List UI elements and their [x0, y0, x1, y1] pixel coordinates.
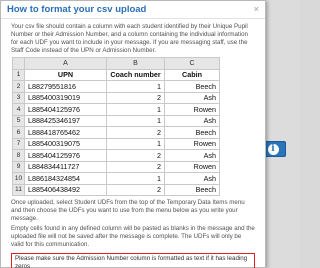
corner-cell — [12, 57, 25, 70]
column-letter-c: C — [164, 57, 220, 70]
header-upn: UPN — [24, 68, 107, 81]
upn-cell: L88279551816 — [24, 80, 107, 93]
coach-number-cell: 1 — [106, 80, 165, 93]
coach-number-cell: 2 — [106, 149, 165, 162]
csv-format-modal: How to format your csv upload × Your csv… — [0, 0, 266, 268]
coach-number-cell: 2 — [106, 160, 165, 173]
row-number: 8 — [12, 149, 25, 162]
row-number: 4 — [12, 103, 25, 116]
coach-number-cell: 1 — [106, 172, 165, 185]
example-spreadsheet: A B C 1 UPN Coach number Cabin 2 L8827955… — [12, 57, 255, 196]
cabin-cell: Beech — [164, 126, 220, 139]
upn-cell: L885406438492 — [24, 183, 107, 196]
leading-zeros-warning: Please make sure the Admission Number co… — [11, 253, 255, 268]
cabin-cell: Beech — [164, 183, 220, 196]
table-row: 6 L888418765462 2 Beech — [12, 126, 220, 139]
header-row: 1 UPN Coach number Cabin — [12, 68, 220, 81]
upn-cell: L888425346197 — [24, 114, 107, 127]
table-row: 7 L885400319075 1 Rowen — [12, 137, 220, 150]
table-row: 2 L88279551816 1 Beech — [12, 80, 220, 93]
row-number: 2 — [12, 80, 25, 93]
upn-cell: L888418765462 — [24, 126, 107, 139]
table-row: 11 L885406438492 2 Beech — [12, 183, 220, 196]
coach-number-cell: 1 — [106, 137, 165, 150]
row-number: 1 — [12, 68, 25, 81]
close-icon[interactable]: × — [254, 5, 259, 14]
cabin-cell: Ash — [164, 91, 220, 104]
table-row: 9 L884834411727 2 Rowen — [12, 160, 220, 173]
row-number: 11 — [12, 183, 25, 196]
modal-body: Your csv file should contain a column wi… — [1, 19, 265, 268]
coach-number-cell: 2 — [106, 91, 165, 104]
header-cabin: Cabin — [164, 68, 220, 81]
table-row: 8 L885404125976 2 Ash — [12, 149, 220, 162]
table-row: 5 L888425346197 1 Ash — [12, 114, 220, 127]
upn-cell: L885404125976 — [24, 103, 107, 116]
info-icon: i — [267, 143, 279, 155]
column-letter-row: A B C — [12, 57, 220, 70]
modal-title: How to format your csv upload — [7, 4, 147, 15]
empty-cells-note: Empty cells found in any defined column … — [11, 225, 255, 248]
row-number: 7 — [12, 137, 25, 150]
modal-header: How to format your csv upload × — [1, 1, 265, 19]
upn-cell: L885404125976 — [24, 149, 107, 162]
upn-cell: L885400319019 — [24, 91, 107, 104]
row-number: 9 — [12, 160, 25, 173]
table-row: 4 L885404125976 1 Rowen — [12, 103, 220, 116]
cabin-cell: Rowen — [164, 103, 220, 116]
cabin-cell: Rowen — [164, 137, 220, 150]
column-letter-a: A — [24, 57, 107, 70]
upn-cell: L884834411727 — [24, 160, 107, 173]
header-coach-number: Coach number — [106, 68, 165, 81]
row-number: 3 — [12, 91, 25, 104]
row-number: 10 — [12, 172, 25, 185]
cabin-cell: Beech — [164, 80, 220, 93]
cabin-cell: Ash — [164, 114, 220, 127]
cabin-cell: Rowen — [164, 160, 220, 173]
spreadsheet-table: A B C 1 UPN Coach number Cabin 2 L8827955… — [12, 57, 220, 196]
column-letter-b: B — [106, 57, 165, 70]
table-row: 10 L886184324854 1 Ash — [12, 172, 220, 185]
upn-cell: L885400319075 — [24, 137, 107, 150]
row-number: 5 — [12, 114, 25, 127]
coach-number-cell: 2 — [106, 183, 165, 196]
upn-cell: L886184324854 — [24, 172, 107, 185]
row-number: 6 — [12, 126, 25, 139]
upload-instructions: Once uploaded, select Student UDFs from … — [11, 199, 245, 222]
coach-number-cell: 2 — [106, 126, 165, 139]
cabin-cell: Ash — [164, 149, 220, 162]
coach-number-cell: 1 — [106, 114, 165, 127]
cabin-cell: Ash — [164, 172, 220, 185]
intro-text: Your csv file should contain a column wi… — [11, 23, 248, 54]
coach-number-cell: 1 — [106, 103, 165, 116]
table-row: 3 L885400319019 2 Ash — [12, 91, 220, 104]
